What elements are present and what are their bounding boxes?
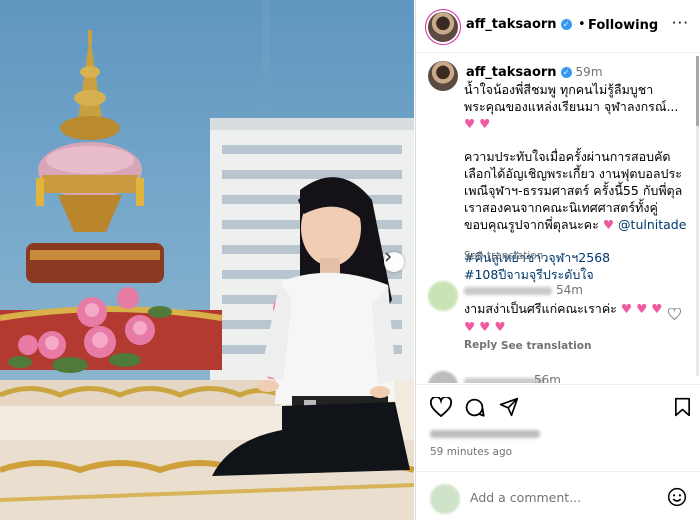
commenter-username-blurred[interactable] — [464, 378, 544, 383]
mention-link[interactable]: @tulnitade — [618, 217, 686, 232]
post-header: aff_taksaorn ✓ • Following ··· — [416, 0, 700, 53]
caption-username[interactable]: aff_taksaorn ✓ 59m — [466, 65, 603, 80]
post-side-panel: aff_taksaorn ✓ • Following ··· aff_taksao… — [415, 0, 700, 520]
add-comment-bar — [416, 471, 700, 521]
comments-list[interactable]: aff_taksaorn ✓ 59m น้ำใจน้องพี่สีชมพู ทุกค… — [416, 53, 700, 383]
post-timestamp: 59 minutes ago — [430, 446, 513, 458]
emoji-icon[interactable] — [667, 487, 687, 507]
verified-badge-icon: ✓ — [560, 67, 572, 78]
current-user-avatar — [430, 484, 460, 514]
see-translation-link[interactable]: See translation — [464, 250, 543, 262]
heart-emoji: ♥ ♥ — [464, 116, 491, 131]
header-username[interactable]: aff_taksaorn ✓ — [466, 17, 572, 32]
comment-body: งามสง่าเป็นศรีแก่คณะเราค่ะ — [464, 301, 617, 316]
commenter-username-blurred[interactable] — [464, 287, 552, 295]
verified-badge-icon: ✓ — [560, 19, 572, 30]
commenter-avatar[interactable] — [428, 281, 458, 311]
more-options-icon[interactable]: ··· — [672, 14, 689, 32]
bookmark-icon[interactable] — [674, 397, 691, 417]
comment-text: งามสง่าเป็นศรีแก่คณะเราค่ะ ♥ ♥ ♥ ♥ ♥ ♥ — [464, 300, 674, 336]
post-photo-illustration — [0, 0, 414, 520]
heart-icon[interactable] — [668, 308, 681, 320]
comments-scroll-thumb[interactable] — [696, 56, 699, 126]
heart-icon[interactable] — [430, 397, 452, 417]
next-image-button[interactable] — [384, 252, 404, 272]
comment-icon[interactable] — [464, 397, 485, 418]
reply-button[interactable]: Reply — [464, 339, 497, 351]
comment-time: 56m — [534, 373, 561, 383]
hashtag-link[interactable]: #108ปีจามจุรีประดับใจ — [464, 266, 692, 283]
comment-input[interactable] — [468, 489, 662, 506]
separator-dot: • — [578, 17, 586, 32]
caption-avatar[interactable] — [428, 61, 458, 91]
caption-line-1: น้ำใจน้องพี่สีชมพู ทุกคนไม่รู้ลืมบูชา พร… — [464, 82, 679, 114]
heart-emoji: ♥ — [602, 217, 615, 232]
post-photo[interactable] — [0, 0, 414, 520]
send-icon[interactable] — [499, 397, 519, 417]
comment-time: 54m — [556, 283, 583, 297]
following-button[interactable]: Following — [588, 18, 658, 33]
commenter-avatar[interactable] — [428, 371, 458, 383]
see-translation-link[interactable]: See translation — [501, 340, 591, 352]
caption-time: 59m — [575, 65, 603, 79]
chevron-right-icon — [385, 252, 392, 262]
action-bar — [416, 384, 700, 435]
avatar[interactable] — [428, 12, 458, 42]
